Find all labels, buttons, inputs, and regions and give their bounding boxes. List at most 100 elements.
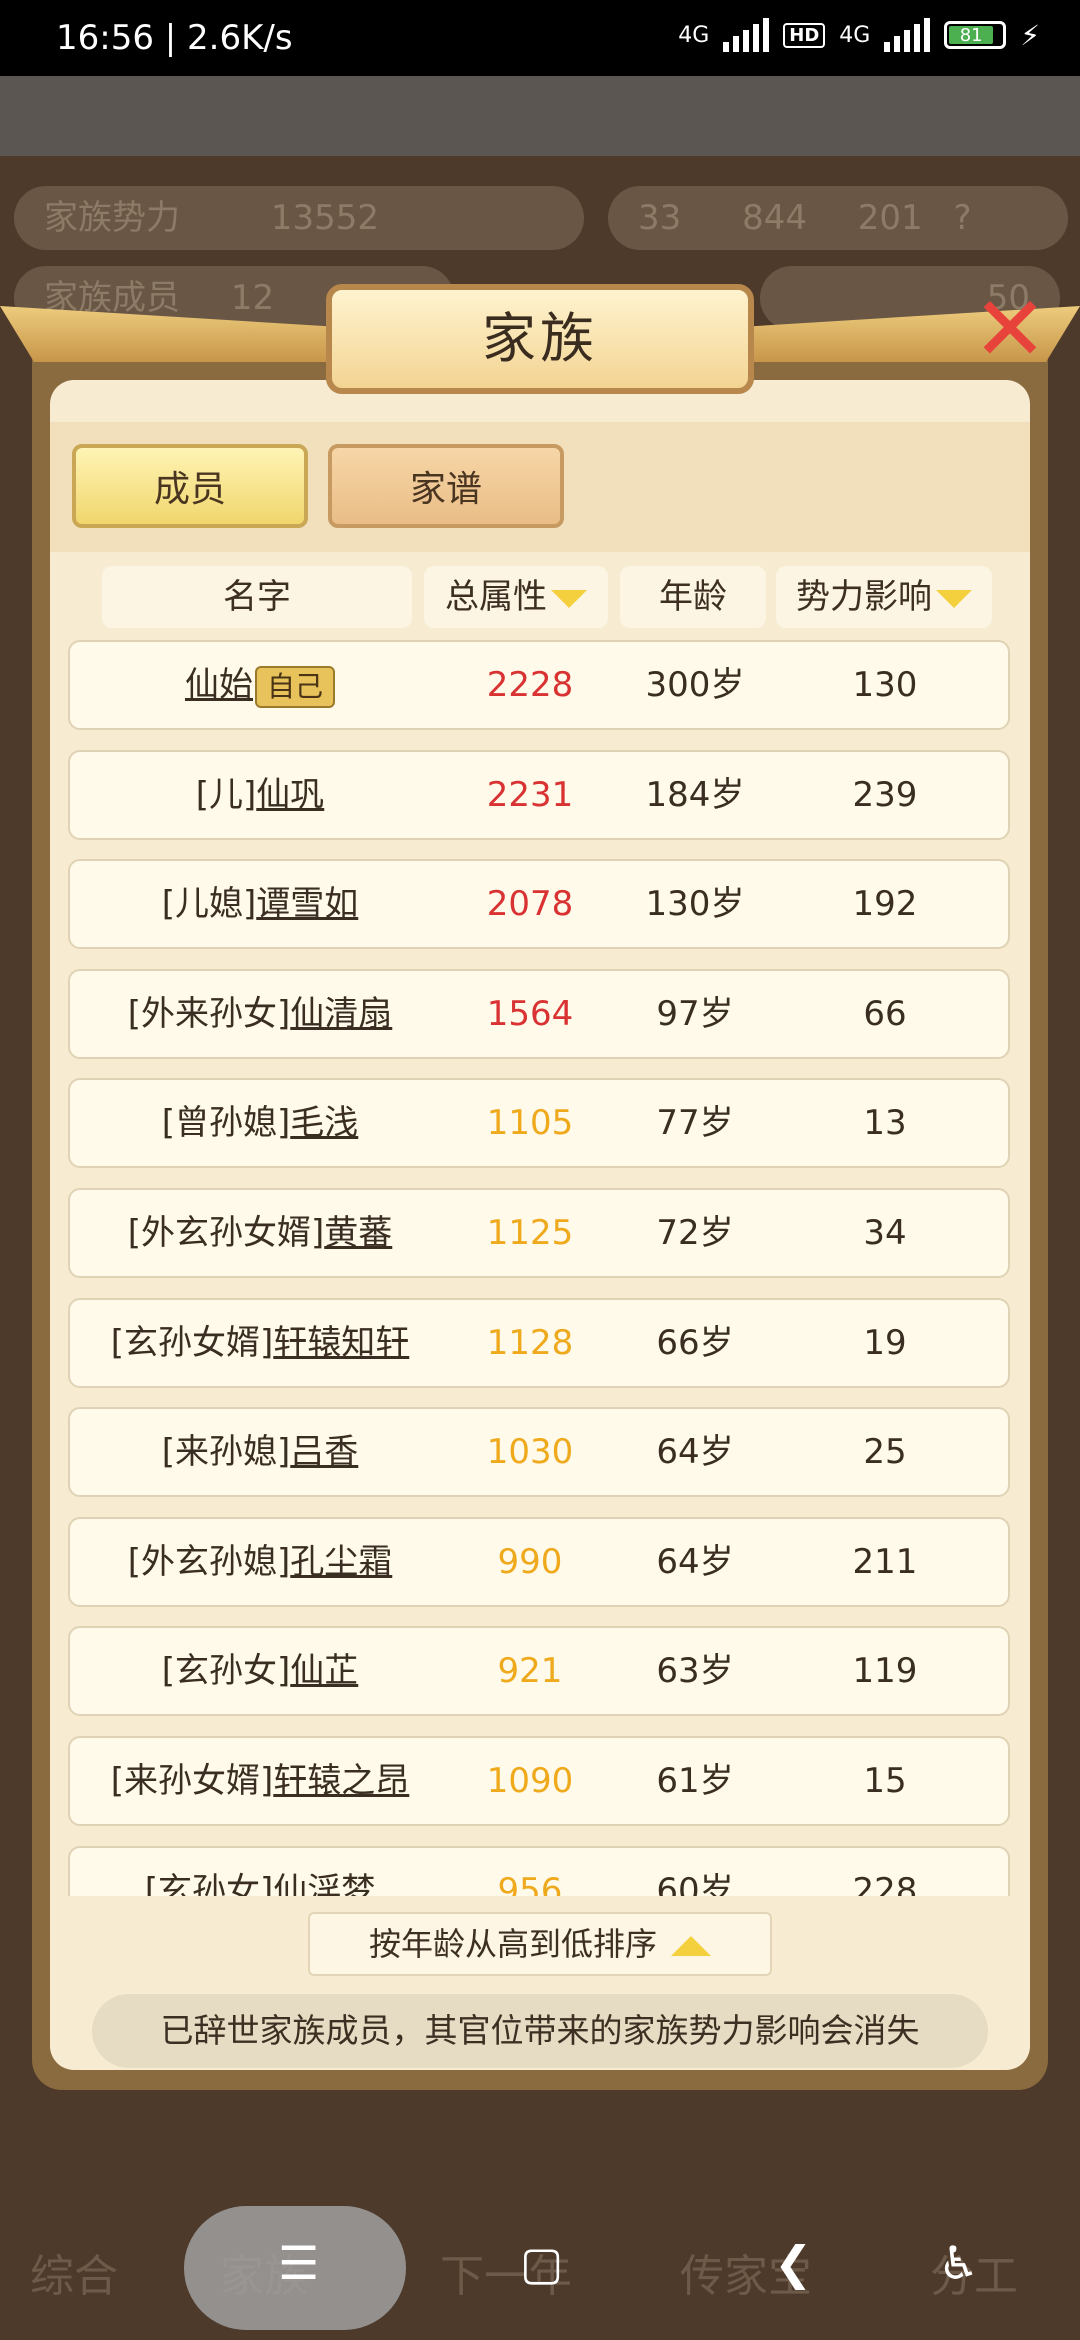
accessibility-icon[interactable]: ♿ — [938, 2236, 979, 2290]
member-attr: 1030 — [486, 1432, 574, 1472]
status-icons: 4G HD 4G 81 ⚡ — [678, 18, 1040, 52]
member-attr: 990 — [497, 1542, 563, 1582]
member-row[interactable]: [玄孙女]仙芷 921 63岁 119 — [68, 1626, 1010, 1716]
top-band — [0, 76, 1080, 156]
member-name-cell: [外来孙女]仙清扇 — [70, 971, 450, 1057]
member-name-link[interactable]: 吕香 — [290, 1432, 358, 1472]
member-attr: 921 — [497, 1651, 563, 1691]
column-header-influence[interactable]: 势力影响 — [776, 566, 992, 628]
member-age: 61岁 — [656, 1761, 734, 1801]
member-influence: 239 — [852, 775, 918, 815]
member-age: 300岁 — [645, 665, 745, 705]
bg-power-value: 13552 — [270, 198, 379, 238]
member-row[interactable]: [儿]仙巩 2231 184岁 239 — [68, 750, 1010, 840]
bg-help-icon: ? — [953, 198, 972, 238]
column-header-attr-label: 总属性 — [445, 577, 547, 617]
battery-level: 81 — [949, 26, 994, 46]
member-name-link[interactable]: 谭雪如 — [256, 884, 358, 924]
bg-res3: 201 — [857, 198, 923, 238]
member-name-link[interactable]: 毛浅 — [290, 1103, 358, 1143]
column-header-age[interactable]: 年龄 — [620, 566, 766, 628]
bottom-tab-overview[interactable]: 综合 — [30, 2240, 118, 2304]
member-name-cell: [玄孙女]仙淫梦 — [70, 1848, 450, 1896]
member-attr: 1105 — [486, 1103, 574, 1143]
member-name-link[interactable]: 仙清扇 — [290, 994, 392, 1034]
member-attr: 2228 — [486, 665, 574, 705]
member-relation: [玄孙女婿] — [110, 1323, 274, 1363]
member-name-link[interactable]: 仙淫梦 — [273, 1871, 375, 1896]
status-bar: 16:56 | 2.6K/s 4G HD 4G 81 ⚡ — [0, 0, 1080, 76]
bg-power-bar: 家族势力 13552 — [14, 186, 584, 250]
member-influence: 119 — [852, 1651, 918, 1691]
member-row[interactable]: [来孙女婿]轩辕之昂 1090 61岁 15 — [68, 1736, 1010, 1826]
member-row[interactable]: [玄孙女婿]轩辕知轩 1128 66岁 19 — [68, 1298, 1010, 1388]
dialog-title-plate: 家族 — [326, 284, 754, 394]
member-name-link[interactable]: 仙芷 — [290, 1651, 358, 1691]
member-relation: [曾孙媳] — [161, 1103, 291, 1143]
member-relation: [玄孙女] — [161, 1651, 291, 1691]
member-attr: 1090 — [486, 1761, 574, 1801]
member-name-link[interactable]: 仙始 — [185, 665, 253, 705]
member-row[interactable]: [外玄孙媳]孔尘霜 990 64岁 211 — [68, 1517, 1010, 1607]
member-age: 63岁 — [656, 1651, 734, 1691]
member-influence: 192 — [852, 884, 918, 924]
member-list[interactable]: 仙始 自己 2228 300岁 130 [儿]仙巩 2231 184岁 239 [儿媳]谭雪如 20… — [68, 640, 1010, 1896]
member-name-cell: [儿媳]谭雪如 — [70, 861, 450, 947]
member-row[interactable]: [儿媳]谭雪如 2078 130岁 192 — [68, 859, 1010, 949]
member-attr: 2078 — [486, 884, 574, 924]
member-name-link[interactable]: 仙巩 — [256, 775, 324, 815]
member-row[interactable]: 仙始 自己 2228 300岁 130 — [68, 640, 1010, 730]
member-name-link[interactable]: 轩辕知轩 — [273, 1323, 409, 1363]
member-influence: 15 — [863, 1761, 907, 1801]
member-age: 60岁 — [656, 1871, 734, 1896]
bg-resources-bar: 33 844 201 ? — [608, 186, 1068, 250]
signal-icon-2 — [884, 18, 931, 52]
member-name-link[interactable]: 轩辕之昂 — [273, 1761, 409, 1801]
column-header-name: 名字 — [102, 566, 412, 628]
tab-genealogy[interactable]: 家谱 — [328, 444, 564, 528]
sort-down-icon — [936, 589, 972, 608]
close-icon: ✕ — [972, 277, 1048, 382]
member-relation: [外玄孙媳] — [127, 1542, 291, 1582]
member-row[interactable]: [曾孙媳]毛浅 1105 77岁 13 — [68, 1078, 1010, 1168]
member-relation: [玄孙女] — [144, 1871, 274, 1896]
member-age: 72岁 — [656, 1213, 734, 1253]
member-age: 77岁 — [656, 1103, 734, 1143]
back-icon[interactable]: ❮ — [774, 2236, 813, 2290]
self-badge: 自己 — [254, 665, 335, 708]
member-name-link[interactable]: 孔尘霜 — [290, 1542, 392, 1582]
member-row[interactable]: [外来孙女]仙清扇 1564 97岁 66 — [68, 969, 1010, 1059]
member-age: 66岁 — [656, 1323, 734, 1363]
signal-icon — [723, 18, 770, 52]
hd-badge: HD — [783, 22, 826, 48]
member-attr: 1128 — [486, 1323, 574, 1363]
member-name-cell: [玄孙女]仙芷 — [70, 1628, 450, 1714]
member-relation: [外来孙女] — [127, 994, 291, 1034]
bg-res2: 844 — [742, 198, 807, 238]
bg-power-label: 家族势力 — [44, 198, 180, 238]
member-row[interactable]: [来孙媳]吕香 1030 64岁 25 — [68, 1407, 1010, 1497]
member-relation: [儿媳] — [161, 884, 257, 924]
sort-button[interactable]: 按年龄从高到低排序 — [308, 1912, 772, 1976]
battery-icon: 81 — [944, 21, 1007, 49]
member-name-link[interactable]: 黄蕃 — [324, 1213, 392, 1253]
network-4g-label-2: 4G — [839, 22, 871, 48]
member-influence: 211 — [852, 1542, 918, 1582]
member-row[interactable]: [玄孙女]仙淫梦 956 60岁 228 — [68, 1846, 1010, 1896]
sort-up-icon — [671, 1936, 711, 1956]
home-icon[interactable]: ▢ — [520, 2236, 563, 2290]
member-influence: 130 — [852, 665, 918, 705]
member-name-cell: [曾孙媳]毛浅 — [70, 1080, 450, 1166]
member-relation: [儿] — [195, 775, 257, 815]
column-header-attr[interactable]: 总属性 — [424, 566, 608, 628]
charging-icon: ⚡ — [1020, 18, 1040, 52]
member-row[interactable]: [外玄孙女婿]黄蕃 1125 72岁 34 — [68, 1188, 1010, 1278]
member-age: 64岁 — [656, 1432, 734, 1472]
member-influence: 34 — [863, 1213, 907, 1253]
member-name-cell: [儿]仙巩 — [70, 752, 450, 838]
member-attr: 2231 — [486, 775, 574, 815]
close-button[interactable]: ✕ — [960, 280, 1060, 380]
member-relation: [外玄孙女婿] — [127, 1213, 325, 1253]
menu-icon[interactable]: ☰ — [278, 2236, 319, 2290]
tab-members[interactable]: 成员 — [72, 444, 308, 528]
